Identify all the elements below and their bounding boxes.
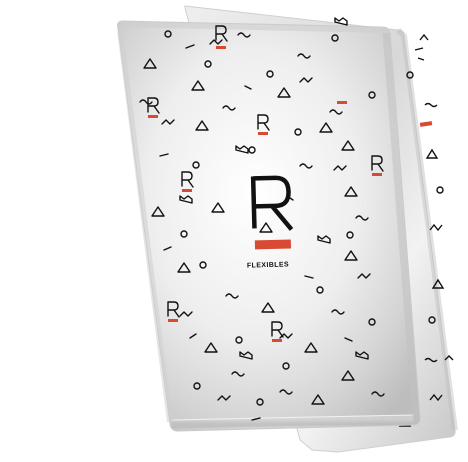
product-scene: FLEXIBLES [0,0,468,457]
front-sachet [117,17,421,432]
logo-accent-bar [254,239,292,250]
sachet-illustration [117,5,458,453]
